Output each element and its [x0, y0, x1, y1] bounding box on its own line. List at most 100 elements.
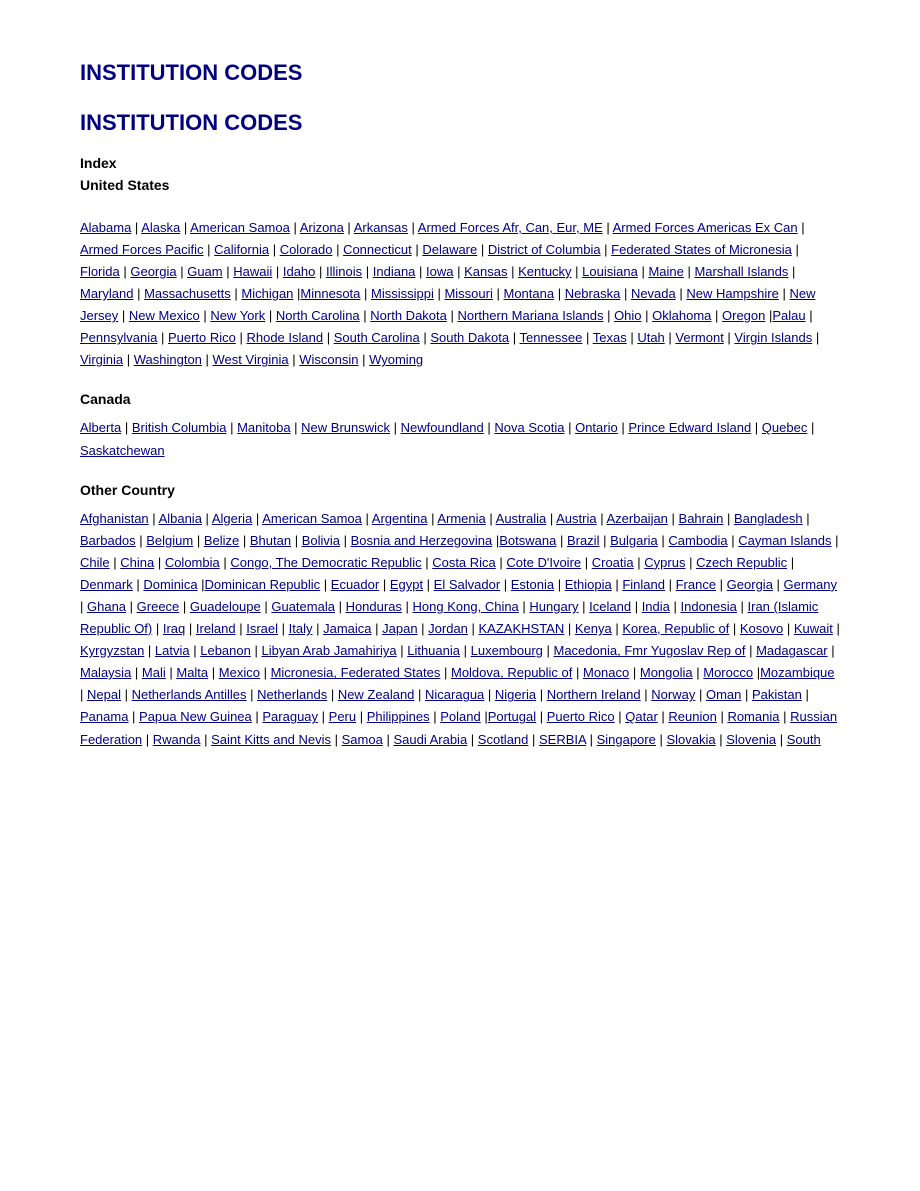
link-mongolia[interactable]: Mongolia — [640, 665, 693, 680]
link-cyprus[interactable]: Cyprus — [644, 555, 685, 570]
link-italy[interactable]: Italy — [289, 621, 313, 636]
link-germany[interactable]: Germany — [784, 577, 837, 592]
link-colombia[interactable]: Colombia — [165, 555, 220, 570]
link-congo[interactable]: Congo, The Democratic Republic — [230, 555, 421, 570]
link-kansas[interactable]: Kansas — [464, 264, 507, 279]
link-american-samoa-oc[interactable]: American Samoa — [262, 511, 362, 526]
link-nepal[interactable]: Nepal — [87, 687, 121, 702]
link-marshall-islands[interactable]: Marshall Islands — [694, 264, 788, 279]
link-manitoba[interactable]: Manitoba — [237, 420, 290, 435]
link-micronesia[interactable]: Micronesia, Federated States — [271, 665, 441, 680]
link-finland[interactable]: Finland — [622, 577, 665, 592]
link-france[interactable]: France — [676, 577, 716, 592]
link-north-carolina[interactable]: North Carolina — [276, 308, 360, 323]
link-barbados[interactable]: Barbados — [80, 533, 136, 548]
link-ohio[interactable]: Ohio — [614, 308, 641, 323]
link-morocco[interactable]: Morocco — [703, 665, 753, 680]
link-croatia[interactable]: Croatia — [592, 555, 634, 570]
link-oregon[interactable]: Oregon — [722, 308, 765, 323]
link-delaware[interactable]: Delaware — [422, 242, 477, 257]
link-czech-republic[interactable]: Czech Republic — [696, 555, 787, 570]
link-california[interactable]: California — [214, 242, 269, 257]
link-puerto-rico[interactable]: Puerto Rico — [168, 330, 236, 345]
link-missouri[interactable]: Missouri — [444, 286, 492, 301]
link-arizona[interactable]: Arizona — [300, 220, 344, 235]
link-kenya[interactable]: Kenya — [575, 621, 612, 636]
link-libyan-arab[interactable]: Libyan Arab Jamahiriya — [261, 643, 396, 658]
link-bahrain[interactable]: Bahrain — [679, 511, 724, 526]
link-peru[interactable]: Peru — [329, 709, 356, 724]
link-armed-forces-pacific[interactable]: Armed Forces Pacific — [80, 242, 204, 257]
link-maryland[interactable]: Maryland — [80, 286, 133, 301]
link-puerto-rico-oc[interactable]: Puerto Rico — [547, 709, 615, 724]
link-korea[interactable]: Korea, Republic of — [622, 621, 729, 636]
link-madagascar[interactable]: Madagascar — [756, 643, 828, 658]
link-nicaragua[interactable]: Nicaragua — [425, 687, 484, 702]
link-greece[interactable]: Greece — [137, 599, 180, 614]
link-belize[interactable]: Belize — [204, 533, 239, 548]
link-armenia[interactable]: Armenia — [437, 511, 485, 526]
link-south[interactable]: South — [787, 732, 821, 747]
link-china[interactable]: China — [120, 555, 154, 570]
link-denmark[interactable]: Denmark — [80, 577, 133, 592]
link-florida[interactable]: Florida — [80, 264, 120, 279]
link-qatar[interactable]: Qatar — [625, 709, 658, 724]
link-lithuania[interactable]: Lithuania — [407, 643, 460, 658]
link-mexico[interactable]: Mexico — [219, 665, 260, 680]
link-indiana[interactable]: Indiana — [373, 264, 416, 279]
link-saudi-arabia[interactable]: Saudi Arabia — [393, 732, 467, 747]
link-utah[interactable]: Utah — [637, 330, 664, 345]
link-moldova[interactable]: Moldova, Republic of — [451, 665, 572, 680]
link-honduras[interactable]: Honduras — [346, 599, 402, 614]
link-ethiopia[interactable]: Ethiopia — [565, 577, 612, 592]
link-australia[interactable]: Australia — [496, 511, 547, 526]
link-dc[interactable]: District of Columbia — [488, 242, 601, 257]
link-kentucky[interactable]: Kentucky — [518, 264, 571, 279]
link-nigeria[interactable]: Nigeria — [495, 687, 536, 702]
link-nevada[interactable]: Nevada — [631, 286, 676, 301]
link-botswana[interactable]: Botswana — [499, 533, 556, 548]
link-new-york[interactable]: New York — [210, 308, 265, 323]
link-latvia[interactable]: Latvia — [155, 643, 190, 658]
link-ireland[interactable]: Ireland — [196, 621, 236, 636]
link-montana[interactable]: Montana — [503, 286, 554, 301]
link-japan[interactable]: Japan — [382, 621, 417, 636]
link-dominica[interactable]: Dominica — [143, 577, 197, 592]
link-virgin-islands[interactable]: Virgin Islands — [734, 330, 812, 345]
link-luxembourg[interactable]: Luxembourg — [471, 643, 543, 658]
link-monaco[interactable]: Monaco — [583, 665, 629, 680]
link-west-virginia[interactable]: West Virginia — [213, 352, 289, 367]
link-cambodia[interactable]: Cambodia — [668, 533, 727, 548]
link-india[interactable]: India — [642, 599, 670, 614]
link-portugal[interactable]: Portugal — [488, 709, 536, 724]
link-new-hampshire[interactable]: New Hampshire — [686, 286, 778, 301]
link-federated-states[interactable]: Federated States of Micronesia — [611, 242, 792, 257]
link-british-columbia[interactable]: British Columbia — [132, 420, 227, 435]
link-kyrgyzstan[interactable]: Kyrgyzstan — [80, 643, 144, 658]
link-cayman-islands[interactable]: Cayman Islands — [738, 533, 831, 548]
link-macedonia[interactable]: Macedonia, Fmr Yugoslav Rep of — [554, 643, 746, 658]
link-iceland[interactable]: Iceland — [589, 599, 631, 614]
link-georgia[interactable]: Georgia — [130, 264, 176, 279]
link-netherlands[interactable]: Netherlands — [257, 687, 327, 702]
link-kosovo[interactable]: Kosovo — [740, 621, 783, 636]
link-connecticut[interactable]: Connecticut — [343, 242, 412, 257]
link-alabama[interactable]: Alabama — [80, 220, 131, 235]
link-mali[interactable]: Mali — [142, 665, 166, 680]
link-hawaii[interactable]: Hawaii — [233, 264, 272, 279]
link-wisconsin[interactable]: Wisconsin — [299, 352, 358, 367]
link-louisiana[interactable]: Louisiana — [582, 264, 638, 279]
link-bhutan[interactable]: Bhutan — [250, 533, 291, 548]
link-south-dakota[interactable]: South Dakota — [430, 330, 509, 345]
link-indonesia[interactable]: Indonesia — [681, 599, 737, 614]
link-reunion[interactable]: Reunion — [668, 709, 716, 724]
link-new-zealand[interactable]: New Zealand — [338, 687, 415, 702]
link-jamaica[interactable]: Jamaica — [323, 621, 371, 636]
link-washington[interactable]: Washington — [134, 352, 202, 367]
link-palau[interactable]: Palau — [772, 308, 805, 323]
link-papua-new-guinea[interactable]: Papua New Guinea — [139, 709, 252, 724]
link-arkansas[interactable]: Arkansas — [354, 220, 408, 235]
link-serbia[interactable]: SERBIA — [539, 732, 586, 747]
link-south-carolina[interactable]: South Carolina — [334, 330, 420, 345]
link-northern-mariana[interactable]: Northern Mariana Islands — [457, 308, 603, 323]
